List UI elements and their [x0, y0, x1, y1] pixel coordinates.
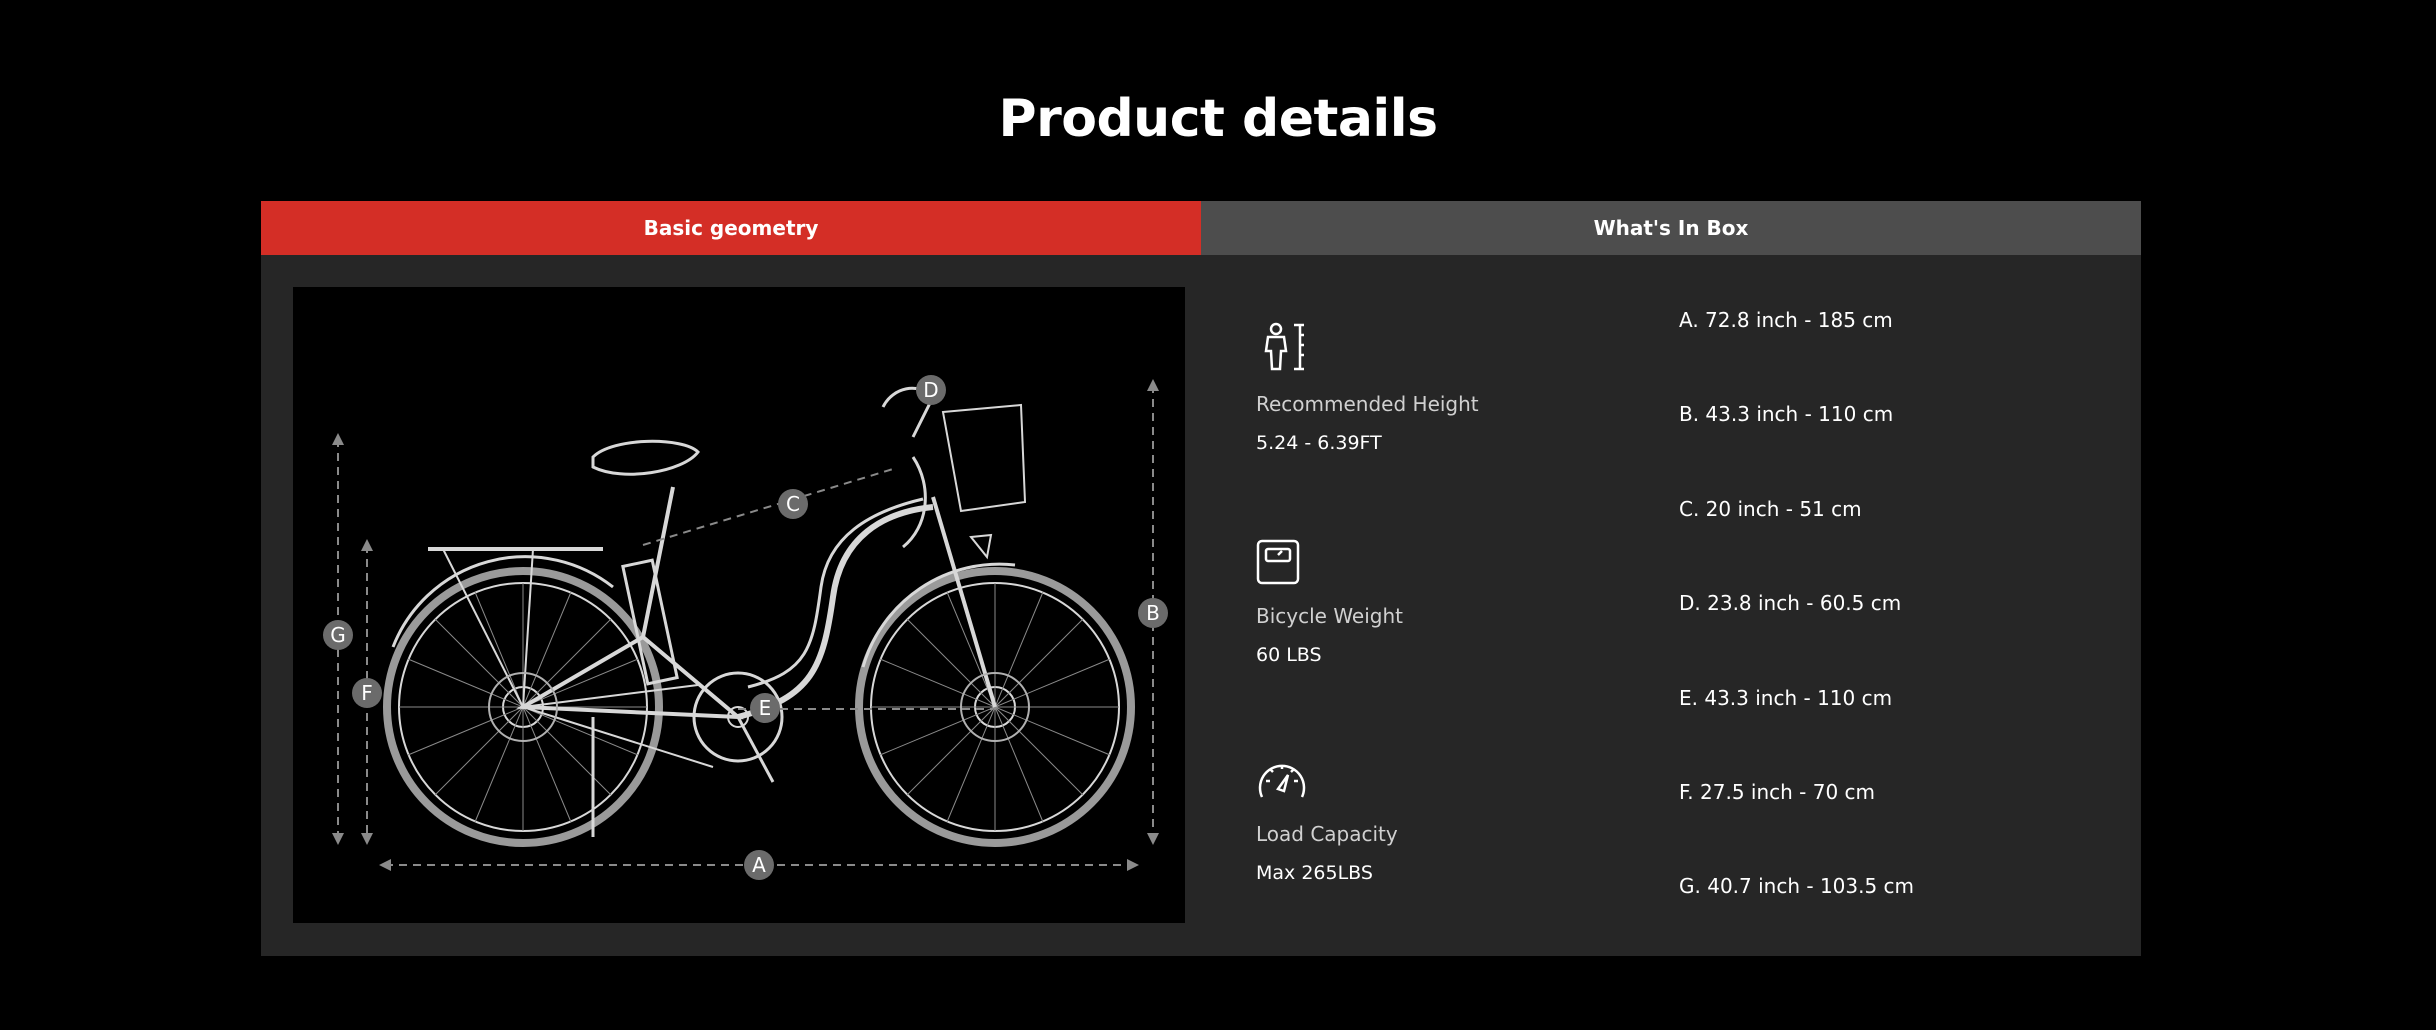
- marker-b: B: [1138, 598, 1168, 628]
- spec-label: Bicycle Weight: [1256, 604, 1404, 628]
- svg-text:E: E: [759, 696, 772, 720]
- spec-value: 60 LBS: [1256, 644, 1322, 666]
- person-height-icon: [1264, 322, 1304, 371]
- svg-text:B: B: [1146, 601, 1160, 625]
- marker-e: E: [750, 693, 780, 723]
- scale-weight-icon: [1256, 539, 1300, 585]
- spec-value: Max 265LBS: [1256, 862, 1373, 884]
- marker-f: F: [352, 678, 382, 708]
- svg-text:C: C: [786, 492, 800, 516]
- svg-text:G: G: [330, 623, 346, 647]
- dimension-item-c: C. 20 inch - 51 cm: [1679, 497, 1862, 521]
- marker-g: G: [323, 620, 353, 650]
- tab-basic-geometry[interactable]: Basic geometry: [261, 201, 1201, 255]
- spec-label: Recommended Height: [1256, 392, 1479, 416]
- marker-a: A: [744, 850, 774, 880]
- dimension-item-g: G. 40.7 inch - 103.5 cm: [1679, 874, 1915, 898]
- svg-text:F: F: [361, 681, 373, 705]
- bicycle-geometry-diagram: A B C D E F G: [293, 287, 1185, 923]
- spec-recommended-height: Recommended Height 5.24 - 6.39FT: [1256, 321, 1616, 455]
- svg-text:D: D: [923, 378, 938, 402]
- spec-label: Load Capacity: [1256, 822, 1398, 846]
- dimension-item-b: B. 43.3 inch - 110 cm: [1679, 402, 1894, 426]
- dimension-item-d: D. 23.8 inch - 60.5 cm: [1679, 591, 1902, 615]
- svg-text:A: A: [752, 853, 766, 877]
- page-title: Product details: [998, 89, 1438, 149]
- marker-c: C: [778, 489, 808, 519]
- spec-value: 5.24 - 6.39FT: [1256, 432, 1382, 454]
- dimension-item-f: F. 27.5 inch - 70 cm: [1679, 780, 1876, 804]
- tab-panel-basic-geometry: A B C D E F G Recommended Height 5.24 - …: [261, 255, 2141, 956]
- dimension-item-e: E. 43.3 inch - 110 cm: [1679, 686, 1893, 710]
- spec-bicycle-weight: Bicycle Weight 60 LBS: [1256, 539, 1616, 667]
- bicycle-drawing: A B C D E F G: [323, 375, 1168, 880]
- tab-whats-in-box[interactable]: What's In Box: [1201, 201, 2141, 255]
- speedometer-icon: [1258, 764, 1306, 798]
- marker-d: D: [916, 375, 946, 405]
- spec-load-capacity: Load Capacity Max 265LBS: [1256, 757, 1616, 885]
- tab-bar: Basic geometry What's In Box: [261, 201, 2141, 255]
- dimension-item-a: A. 72.8 inch - 185 cm: [1679, 308, 1893, 332]
